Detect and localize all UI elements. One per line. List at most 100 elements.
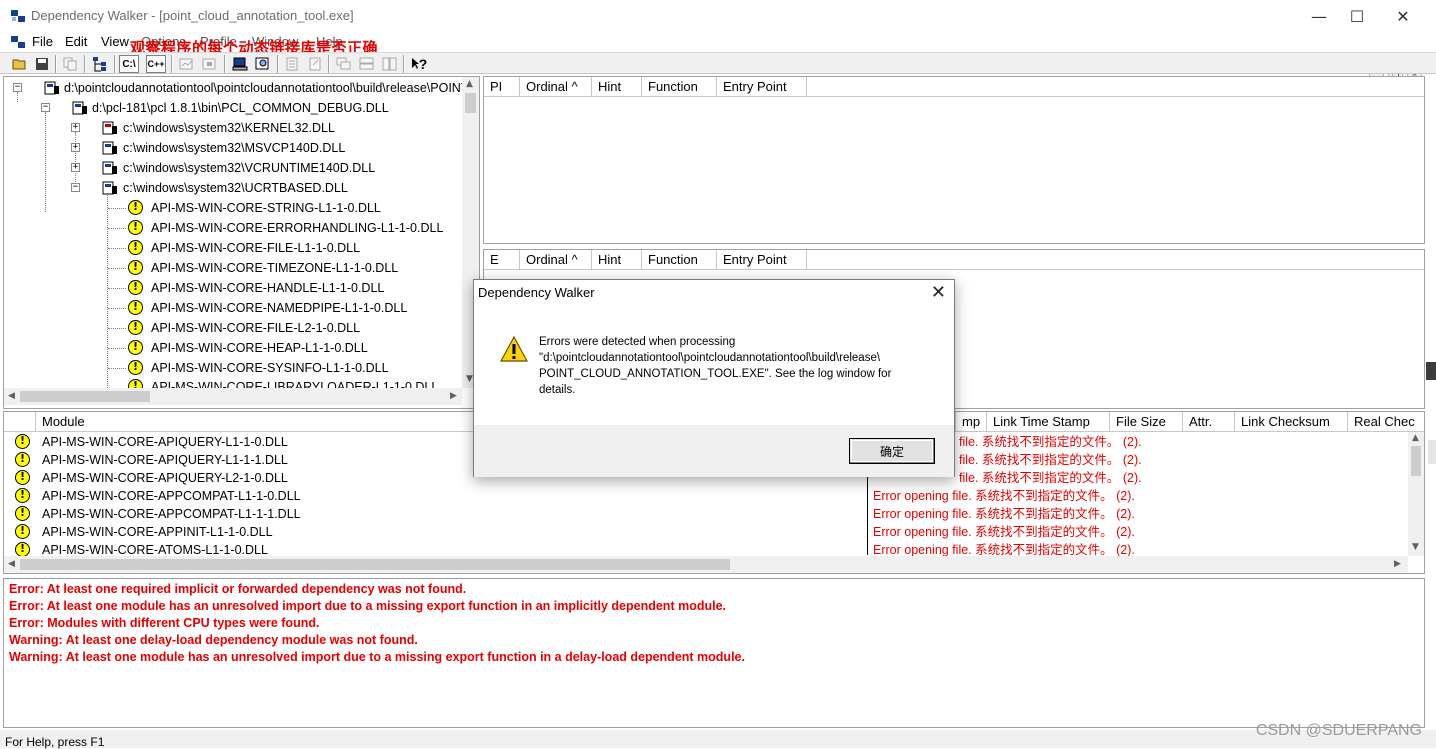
open-button[interactable] xyxy=(10,55,30,73)
toolbar-separator xyxy=(403,55,405,73)
dialog-title: Dependency Walker xyxy=(478,285,595,300)
col-file-time-stamp[interactable]: mp xyxy=(955,412,987,432)
col-icon[interactable] xyxy=(4,412,36,432)
scroll-thumb[interactable] xyxy=(465,93,476,113)
dialog-message-line: details. xyxy=(539,384,576,396)
dialog-close-button[interactable]: ✕ xyxy=(931,282,946,303)
tree-item-label: c:\windows\system32\VCRUNTIME140D.DLL xyxy=(123,161,376,175)
tree-horizontal-scrollbar[interactable]: ◀ ▶ xyxy=(4,388,462,405)
status-text: For Help, press F1 xyxy=(5,735,105,749)
module-error: Error opening file. 系统找不到指定的文件。 (2). xyxy=(873,525,1135,539)
tree-item-label: API-MS-WIN-CORE-TIMEZONE-L1-1-0.DLL xyxy=(151,261,399,275)
log-line: Warning: At least one module has an unre… xyxy=(9,650,745,664)
scroll-down-arrow-icon[interactable]: ▼ xyxy=(1412,542,1419,552)
search-module-button[interactable] xyxy=(253,55,273,73)
modules-vertical-scrollbar[interactable]: ▲ ▼ xyxy=(1408,432,1424,556)
toolbar: C:\ C++ ? xyxy=(0,52,1436,74)
module-row[interactable]: ! API-MS-WIN-CORE-APPCOMPAT-L1-1-1.DLL Err… xyxy=(4,505,1408,523)
expand-toggle[interactable]: + xyxy=(71,123,80,132)
col-entry-point[interactable]: Entry Point xyxy=(717,77,807,97)
scroll-up-arrow-icon[interactable]: ▲ xyxy=(466,79,473,89)
col-link-checksum[interactable]: Link Checksum xyxy=(1235,412,1348,432)
profile-start-button[interactable] xyxy=(177,55,197,73)
tile-horizontal-icon xyxy=(359,57,374,70)
imports-pane[interactable]: PI Ordinal ^ Hint Function Entry Point xyxy=(483,76,1425,244)
open-folder-icon xyxy=(12,59,26,70)
scroll-left-arrow-icon[interactable]: ◀ xyxy=(8,391,15,401)
save-button[interactable] xyxy=(32,55,52,73)
undecorate-cpp-button[interactable]: C++ xyxy=(146,55,166,73)
tile-horizontal-button[interactable] xyxy=(357,55,377,73)
scroll-thumb[interactable] xyxy=(20,559,730,570)
scroll-right-arrow-icon[interactable]: ▶ xyxy=(1394,559,1401,569)
save-disk-icon xyxy=(36,58,48,70)
col-function[interactable]: Function xyxy=(642,250,717,270)
title-bar[interactable]: Dependency Walker - [point_cloud_annotat… xyxy=(0,0,1436,32)
col-pi[interactable]: PI xyxy=(484,77,520,97)
dll-module-icon xyxy=(102,121,117,135)
col-file-size[interactable]: File Size xyxy=(1110,412,1183,432)
maximize-button[interactable]: ☐ xyxy=(1334,0,1380,32)
profile-stop-button[interactable] xyxy=(200,55,220,73)
profile-icon xyxy=(179,58,193,70)
error-dialog[interactable]: Dependency Walker ✕ Errors were detected… xyxy=(473,279,955,477)
scroll-left-arrow-icon[interactable]: ◀ xyxy=(8,559,15,569)
scroll-thumb[interactable] xyxy=(1411,446,1421,476)
menu-edit[interactable]: Edit xyxy=(65,34,87,49)
exports-header: E Ordinal ^ Hint Function Entry Point xyxy=(484,250,1424,270)
question-warning-icon: ! xyxy=(128,280,143,295)
tree-item-label: c:\windows\system32\MSVCP140D.DLL xyxy=(123,141,346,155)
col-entry-point[interactable]: Entry Point xyxy=(717,250,807,270)
col-e[interactable]: E xyxy=(484,250,520,270)
dll-module-icon xyxy=(102,161,117,175)
external-viewer-button[interactable] xyxy=(305,55,325,73)
modules-horizontal-scrollbar[interactable]: ◀ ▶ xyxy=(4,556,1408,573)
mdi-document-icon[interactable] xyxy=(10,34,26,50)
scroll-right-arrow-icon[interactable]: ▶ xyxy=(450,391,457,401)
view-tree-button[interactable] xyxy=(90,55,110,73)
tree-item-label: c:\windows\system32\UCRTBASED.DLL xyxy=(123,181,348,195)
scroll-thumb[interactable] xyxy=(20,391,150,402)
collapse-toggle[interactable]: − xyxy=(41,103,50,112)
col-ordinal[interactable]: Ordinal ^ xyxy=(520,250,592,270)
system-info-button[interactable] xyxy=(230,55,250,73)
question-warning-icon: ! xyxy=(128,320,143,335)
module-row[interactable]: ! API-MS-WIN-CORE-APPCOMPAT-L1-1-0.DLL Err… xyxy=(4,487,1408,505)
col-real-checksum[interactable]: Real Chec xyxy=(1348,412,1424,432)
properties-button[interactable] xyxy=(282,55,302,73)
log-pane[interactable]: Error: At least one required implicit or… xyxy=(3,578,1425,728)
col-link-time-stamp[interactable]: Link Time Stamp xyxy=(987,412,1110,432)
background-window-edge xyxy=(1426,362,1436,380)
tree-item-label: API-MS-WIN-CORE-ERRORHANDLING-L1-1-0.DLL xyxy=(151,221,444,235)
collapse-toggle[interactable]: − xyxy=(13,83,22,92)
menu-view[interactable]: View xyxy=(101,34,129,49)
full-paths-button[interactable]: C:\ xyxy=(119,55,139,73)
viewer-icon xyxy=(309,57,321,71)
dependency-tree-pane[interactable]: − d:\pointcloudannotationtool\pointcloud… xyxy=(3,76,480,409)
cascade-button[interactable] xyxy=(334,55,354,73)
module-row[interactable]: ! API-MS-WIN-CORE-APPINIT-L1-1-0.DLL Error… xyxy=(4,523,1408,541)
col-ordinal[interactable]: Ordinal ^ xyxy=(520,77,592,97)
tile-vertical-button[interactable] xyxy=(380,55,400,73)
module-name: API-MS-WIN-CORE-APPINIT-L1-1-0.DLL xyxy=(42,525,273,539)
col-attr[interactable]: Attr. xyxy=(1183,412,1235,432)
ok-button[interactable]: 确定 xyxy=(849,438,935,464)
module-name: API-MS-WIN-CORE-APIQUERY-L2-1-0.DLL xyxy=(42,471,288,485)
module-error: file. 系统找不到指定的文件。 (2). xyxy=(959,435,1142,449)
tile-vertical-icon xyxy=(382,57,397,71)
col-function[interactable]: Function xyxy=(642,77,717,97)
scroll-down-arrow-icon[interactable]: ▼ xyxy=(466,374,473,384)
tree-item-label: API-MS-WIN-CORE-FILE-L2-1-0.DLL xyxy=(151,321,361,335)
collapse-toggle[interactable]: − xyxy=(71,183,80,192)
question-warning-icon: ! xyxy=(15,470,30,485)
col-hint[interactable]: Hint xyxy=(592,77,642,97)
expand-toggle[interactable]: + xyxy=(71,163,80,172)
scroll-up-arrow-icon[interactable]: ▲ xyxy=(1412,433,1419,443)
log-line: Error: At least one required implicit or… xyxy=(9,582,467,596)
expand-toggle[interactable]: + xyxy=(71,143,80,152)
window-title: Dependency Walker - [point_cloud_annotat… xyxy=(31,8,354,23)
context-help-button[interactable]: ? xyxy=(409,55,429,73)
col-hint[interactable]: Hint xyxy=(592,250,642,270)
close-button[interactable]: ✕ xyxy=(1380,0,1426,32)
menu-file[interactable]: File xyxy=(32,34,53,49)
